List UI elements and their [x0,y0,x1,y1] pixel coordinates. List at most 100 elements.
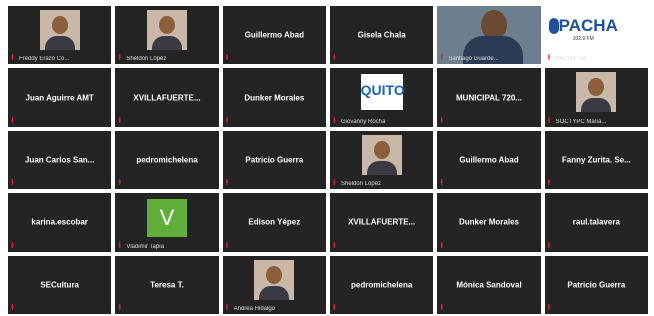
participant-tile[interactable]: Patricio Guerra ɫ [544,255,648,314]
participant-tile[interactable]: ɫ Sheldon López [330,130,434,190]
participant-tile[interactable]: Juan Carlos San... ɫ [8,130,112,190]
muted-mic-icon: ɫ [547,53,551,63]
participant-tile[interactable]: ɫ Sheldon López [115,6,219,65]
participant-tile[interactable]: Dunker Morales ɫ [437,193,541,252]
participant-tile[interactable]: MUNICIPAL 720... ɫ [437,68,541,127]
participant-tile[interactable]: ɫ Santiago Guarde... [437,6,541,65]
pacha-logo-text: PACHA [558,16,618,35]
participant-name: karina.escobar [31,217,88,227]
participant-tile[interactable]: SECultura ɫ [8,255,112,314]
participant-tile[interactable]: PACHA 102.9 FM ɫ PACHA FM [544,6,648,65]
muted-mic-icon: ɫ [333,53,336,63]
muted-mic-icon: ɫ [333,240,336,250]
participant-name: Dunker Morales [458,217,519,227]
muted-mic-icon: ɫ [225,115,229,125]
participant-name: Mónica Sandoval [456,280,522,290]
participant-tile[interactable]: Vɫ Vladimir Tapia [115,193,219,252]
participant-name: XVILLAFUERTE... [133,93,201,103]
avatar [361,134,402,175]
participant-tile[interactable]: Patricio Guerra ɫ [222,130,326,190]
avatar [146,10,187,50]
muted-mic-icon: ɫ [225,303,229,312]
participant-name: SECultura [40,280,79,290]
muted-mic-icon: ɫ [11,240,14,250]
participant-tile[interactable]: Mónica Sandoval ɫ [437,255,541,314]
participant-tile[interactable]: Guillermo Abad ɫ [437,130,541,190]
muted-mic-icon: ɫ [118,53,121,63]
muted-mic-icon: ɫ [11,178,14,188]
avatar [576,72,617,113]
muted-mic-icon: ɫ [118,178,121,188]
participant-name: Patricio Guerra [567,280,626,290]
participant-tile[interactable]: ɫ Andrea Hidalgo [222,255,326,314]
participant-caption: Sheldon López [341,181,382,188]
participant-name: XVILLAFUERTE... [348,217,416,227]
muted-mic-icon: ɫ [11,303,14,312]
quito-logo: QUITO [360,74,405,111]
muted-mic-icon: ɫ [11,53,14,63]
participant-tile[interactable]: Gisela Chala ɫ [330,6,434,65]
participant-caption: Santiago Guarde... [448,56,499,63]
muted-mic-icon: ɫ [333,303,336,312]
muted-mic-icon: ɫ [440,178,443,188]
participant-caption: PACHA FM [555,56,586,63]
muted-mic-icon: ɫ [118,303,121,312]
muted-mic-icon: ɫ [547,240,551,250]
participant-caption: Freddy Erazo Co... [19,56,70,63]
participant-tile[interactable]: raul.talavera ɫ [544,193,648,252]
participant-tile[interactable]: ɫ SOCTYPC Maria... [544,68,648,127]
participant-name: raul.talavera [572,217,620,227]
avatar-initial: V [146,199,187,238]
muted-mic-icon: ɫ [333,178,336,188]
participant-name: Fanny Zurita. Se... [561,155,631,165]
muted-mic-icon: ɫ [118,240,121,250]
participant-tile[interactable]: pedromichelena ɫ [330,255,434,314]
participant-tile[interactable]: QUITO ɫ Giovanny Rocha [330,68,434,127]
participant-caption: Andrea Hidalgo [233,306,276,312]
participant-name: Guillermo Abad [244,30,304,40]
participant-name: Juan Carlos San... [24,155,95,165]
muted-mic-icon: ɫ [440,303,443,312]
participant-tile[interactable]: XVILLAFUERTE... ɫ [115,68,219,127]
muted-mic-icon: ɫ [225,53,229,63]
muted-mic-icon: ɫ [118,115,121,125]
participant-caption: Giovanny Rocha [341,118,386,125]
participant-tile[interactable]: ɫ Freddy Erazo Co... [8,6,112,65]
participant-name: Dunker Morales [244,93,305,103]
participant-caption: Sheldon López [126,56,167,63]
muted-mic-icon: ɫ [547,115,551,125]
participant-tile[interactable]: pedromichelena ɫ [115,130,219,190]
participant-tile[interactable]: Teresa T. ɫ [115,255,219,314]
muted-mic-icon: ɫ [440,115,443,125]
participant-caption: SOCTYPC Maria... [555,118,607,125]
participant-tile[interactable]: Juan Aguirre AMT ɫ [8,68,112,127]
participant-name: Teresa T. [150,280,184,290]
pacha-frequency: 102.9 FM [572,36,594,42]
participant-name: Guillermo Abad [459,155,519,165]
participant-tile[interactable]: karina.escobar ɫ [8,193,112,252]
participant-caption: Vladimir Tapia [126,243,164,250]
muted-mic-icon: ɫ [11,115,14,125]
quito-logo-text: QUITO [360,82,405,99]
participant-name: pedromichelena [350,280,413,290]
participant-name: Patricio Guerra [245,155,304,165]
participant-tile[interactable]: Dunker Morales ɫ [222,68,326,127]
muted-mic-icon: ɫ [547,303,551,312]
participant-tile[interactable]: Edison Yépez ɫ [222,193,326,252]
avatar [254,259,295,300]
participant-tile[interactable]: XVILLAFUERTE... ɫ [330,193,434,252]
participant-name: Gisela Chala [357,30,406,40]
participant-name: pedromichelena [136,155,198,165]
muted-mic-icon: ɫ [225,240,229,250]
muted-mic-icon: ɫ [547,178,551,188]
muted-mic-icon: ɫ [333,115,336,125]
participant-tile[interactable]: Fanny Zurita. Se... ɫ [544,130,648,190]
muted-mic-icon: ɫ [440,53,443,63]
participant-tile[interactable]: Guillermo Abad ɫ [222,6,326,65]
muted-mic-icon: ɫ [440,240,443,250]
participants-grid: ɫ Freddy Erazo Co... ɫ Sheldon López Guiller… [8,6,648,314]
participant-name: MUNICIPAL 720... [456,93,522,103]
participant-name: Juan Aguirre AMT [25,93,94,103]
avatar [39,10,80,50]
microphone-icon [548,18,559,34]
